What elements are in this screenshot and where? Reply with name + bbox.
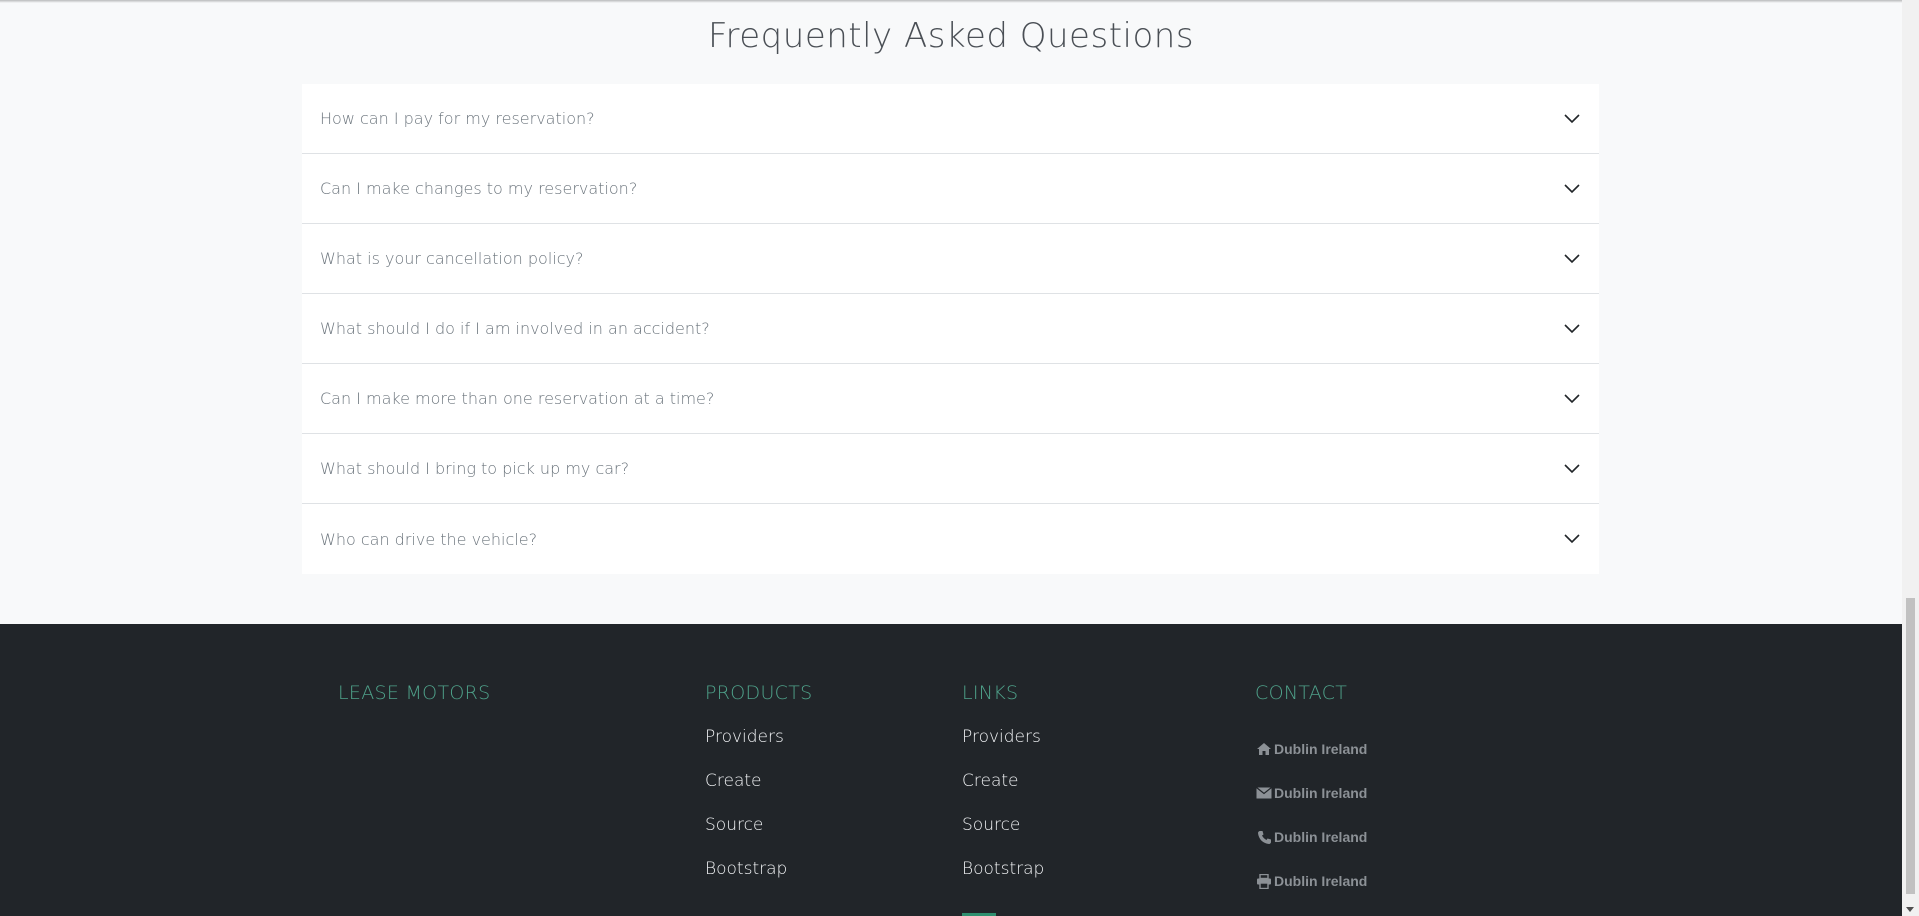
faq-item[interactable]: Who can drive the vehicle? bbox=[302, 504, 1599, 574]
faq-question: Can I make more than one reservation at … bbox=[320, 389, 715, 408]
faq-question: What is your cancellation policy? bbox=[320, 249, 584, 268]
faq-item[interactable]: How can I pay for my reservation? bbox=[302, 84, 1599, 154]
footer-link-create[interactable]: Create bbox=[962, 771, 1044, 815]
print-icon bbox=[1255, 873, 1273, 889]
faq-item[interactable]: Can I make more than one reservation at … bbox=[302, 364, 1599, 434]
footer-link-providers[interactable]: Providers bbox=[705, 727, 812, 771]
footer-links-column: LINKS Providers Create Source Bootstrap bbox=[962, 682, 1044, 903]
vertical-scrollbar[interactable] bbox=[1902, 0, 1919, 916]
footer-link-source[interactable]: Source bbox=[705, 815, 812, 859]
faq-question: Can I make changes to my reservation? bbox=[320, 179, 638, 198]
chevron-down-icon[interactable] bbox=[1563, 180, 1581, 198]
scrollbar-thumb[interactable] bbox=[1906, 598, 1915, 894]
footer-links-heading: LINKS bbox=[962, 682, 1019, 704]
page: Frequently Asked Questions How can I pay… bbox=[0, 0, 1902, 916]
phone-icon bbox=[1255, 829, 1273, 845]
faq-question: What should I bring to pick up my car? bbox=[320, 459, 630, 478]
chevron-down-icon[interactable] bbox=[1563, 460, 1581, 478]
faq-item[interactable]: What should I bring to pick up my car? bbox=[302, 434, 1599, 504]
footer-link-providers[interactable]: Providers bbox=[962, 727, 1044, 771]
chevron-down-icon[interactable] bbox=[1563, 110, 1581, 128]
chevron-down-icon[interactable] bbox=[1563, 250, 1581, 268]
faq-accordion: How can I pay for my reservation? Can I … bbox=[302, 84, 1599, 574]
footer-contact-heading: CONTACT bbox=[1255, 682, 1348, 704]
contact-phone-text: Dublin Ireland bbox=[1274, 829, 1368, 845]
faq-item[interactable]: What is your cancellation policy? bbox=[302, 224, 1599, 294]
contact-email: Dublin Ireland bbox=[1255, 771, 1367, 815]
footer-link-bootstrap[interactable]: Bootstrap bbox=[962, 859, 1044, 903]
chevron-down-icon[interactable] bbox=[1563, 390, 1581, 408]
footer-products-heading: PRODUCTS bbox=[705, 682, 813, 704]
faq-question: Who can drive the vehicle? bbox=[320, 529, 538, 549]
footer-link-bootstrap[interactable]: Bootstrap bbox=[705, 859, 812, 903]
contact-fax-text: Dublin Ireland bbox=[1274, 873, 1368, 889]
faq-title: Frequently Asked Questions bbox=[707, 16, 1195, 56]
header-shadow bbox=[0, 0, 1902, 3]
contact-fax: Dublin Ireland bbox=[1255, 859, 1367, 903]
faq-question: How can I pay for my reservation? bbox=[320, 109, 595, 128]
faq-item[interactable]: Can I make changes to my reservation? bbox=[302, 154, 1599, 224]
footer-brand-column: LEASE MOTORS bbox=[338, 682, 490, 727]
contact-address: Dublin Ireland bbox=[1255, 727, 1367, 771]
footer-link-create[interactable]: Create bbox=[705, 771, 812, 815]
contact-email-text: Dublin Ireland bbox=[1274, 785, 1368, 801]
home-icon bbox=[1255, 741, 1273, 757]
chevron-down-icon[interactable] bbox=[1563, 530, 1581, 548]
chevron-down-icon[interactable] bbox=[1563, 320, 1581, 338]
envelope-icon bbox=[1255, 785, 1273, 801]
footer-brand: LEASE MOTORS bbox=[338, 682, 491, 704]
footer-link-source[interactable]: Source bbox=[962, 815, 1044, 859]
footer-products-column: PRODUCTS Providers Create Source Bootstr… bbox=[705, 682, 812, 903]
footer-contact-column: CONTACT Dublin Ireland Dublin Ireland Du… bbox=[1255, 682, 1367, 903]
faq-question: What should I do if I am involved in an … bbox=[320, 319, 710, 338]
site-footer: LEASE MOTORS PRODUCTS Providers Create S… bbox=[0, 624, 1902, 916]
contact-phone: Dublin Ireland bbox=[1255, 815, 1367, 859]
faq-item[interactable]: What should I do if I am involved in an … bbox=[302, 294, 1599, 364]
contact-address-text: Dublin Ireland bbox=[1274, 741, 1368, 757]
scroll-down-arrow-icon[interactable] bbox=[1906, 907, 1914, 912]
